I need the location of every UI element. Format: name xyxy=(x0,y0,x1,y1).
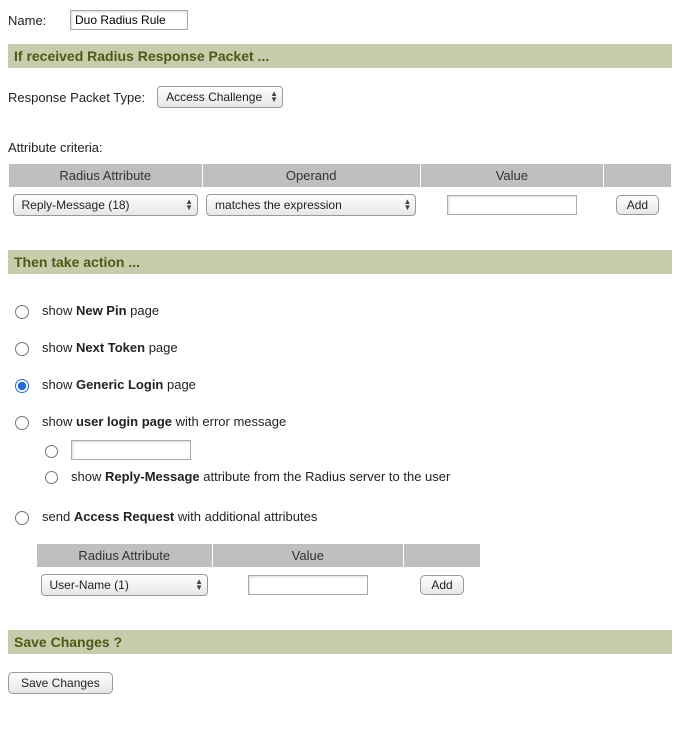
response-packet-select[interactable]: Access Challenge xyxy=(157,86,283,108)
action-next-token[interactable]: show Next Token page xyxy=(8,329,672,366)
action-generic-login-label: show Generic Login page xyxy=(42,377,196,392)
error-sub-custom xyxy=(40,436,672,464)
name-label: Name: xyxy=(8,13,58,28)
criteria-value-input[interactable] xyxy=(447,195,577,215)
criteria-header-operand: Operand xyxy=(202,164,420,188)
criteria-attribute-value: Reply-Message (18) xyxy=(22,198,130,212)
action-user-login-error[interactable]: show user login page with error message xyxy=(8,403,672,440)
criteria-table: Radius Attribute Operand Value Reply-Mes… xyxy=(8,163,672,222)
action-access-request-label: send Access Request with additional attr… xyxy=(42,509,317,524)
attrs2-value-input[interactable] xyxy=(248,575,368,595)
action-new-pin-radio[interactable] xyxy=(15,305,29,319)
chevron-updown-icon xyxy=(270,91,278,103)
criteria-header-value: Value xyxy=(420,164,603,188)
criteria-attribute-select[interactable]: Reply-Message (18) xyxy=(13,194,199,216)
criteria-operand-value: matches the expression xyxy=(215,198,342,212)
error-sub-reply: show Reply-Message attribute from the Ra… xyxy=(40,464,672,488)
action-generic-login-radio[interactable] xyxy=(15,379,29,393)
chevron-updown-icon xyxy=(185,199,193,211)
criteria-add-button[interactable]: Add xyxy=(616,195,659,215)
attrs2-row: User-Name (1) Add xyxy=(37,568,481,603)
attrs2-attribute-select[interactable]: User-Name (1) xyxy=(41,574,209,596)
attr-criteria-label: Attribute criteria: xyxy=(8,140,672,155)
action-next-token-radio[interactable] xyxy=(15,342,29,356)
attrs2-header-attribute: Radius Attribute xyxy=(37,544,213,568)
save-changes-button[interactable]: Save Changes xyxy=(8,672,113,694)
additional-attrs-table: Radius Attribute Value User-Name (1) Add xyxy=(36,543,481,602)
attrs2-header-action xyxy=(404,544,481,568)
attrs2-add-button[interactable]: Add xyxy=(420,575,463,595)
chevron-updown-icon xyxy=(195,579,203,591)
attrs2-attribute-value: User-Name (1) xyxy=(50,578,129,592)
criteria-operand-select[interactable]: matches the expression xyxy=(206,194,416,216)
action-access-request-radio[interactable] xyxy=(15,511,29,525)
section-save-header: Save Changes ? xyxy=(8,630,672,654)
action-new-pin[interactable]: show New Pin page xyxy=(8,292,672,329)
section-if-header: If received Radius Response Packet ... xyxy=(8,44,672,68)
criteria-header-action xyxy=(603,164,671,188)
error-sub-list: show Reply-Message attribute from the Ra… xyxy=(40,436,672,488)
action-access-request[interactable]: send Access Request with additional attr… xyxy=(8,498,672,535)
error-sub-reply-label: show Reply-Message attribute from the Ra… xyxy=(71,469,450,484)
action-new-pin-label: show New Pin page xyxy=(42,303,159,318)
action-user-login-error-radio[interactable] xyxy=(15,416,29,430)
error-sub-custom-radio[interactable] xyxy=(45,445,58,458)
error-sub-reply-radio[interactable] xyxy=(45,471,58,484)
response-packet-value: Access Challenge xyxy=(166,90,262,104)
attrs2-header-value: Value xyxy=(212,544,404,568)
criteria-header-attribute: Radius Attribute xyxy=(9,164,203,188)
action-generic-login[interactable]: show Generic Login page xyxy=(8,366,672,403)
action-next-token-label: show Next Token page xyxy=(42,340,178,355)
chevron-updown-icon xyxy=(403,199,411,211)
section-then-header: Then take action ... xyxy=(8,250,672,274)
response-packet-label: Response Packet Type: xyxy=(8,90,145,105)
error-sub-custom-input[interactable] xyxy=(71,440,191,460)
action-user-login-error-label: show user login page with error message xyxy=(42,414,286,429)
name-input[interactable] xyxy=(70,10,188,30)
criteria-row: Reply-Message (18) matches the expressio… xyxy=(9,188,672,223)
action-list: show New Pin page show Next Token page s… xyxy=(8,292,672,602)
